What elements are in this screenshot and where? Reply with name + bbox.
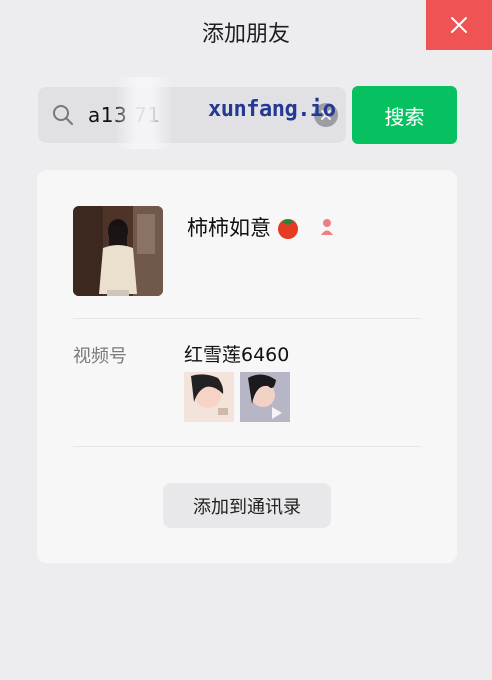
close-icon: [451, 17, 467, 33]
video-thumbnail-2[interactable]: [240, 372, 290, 422]
channels-name[interactable]: 红雪莲6460: [184, 340, 289, 367]
female-icon: [321, 219, 333, 235]
watermark-text: xunfang.io: [208, 97, 336, 122]
section-divider: [73, 446, 421, 447]
search-field[interactable]: a13 71 xunfang.io: [38, 77, 346, 149]
privacy-blur: [116, 77, 172, 149]
close-button[interactable]: [426, 0, 492, 50]
profile-name: 柿柿如意: [187, 216, 271, 240]
search-result-card: 柿柿如意 视频号 红雪莲6460 添加到通讯录: [37, 170, 457, 563]
channels-label: 视频号: [73, 346, 127, 367]
add-friend-window: 添加朋友 a13 71 xunfang.io 搜索: [0, 0, 492, 680]
avatar[interactable]: [73, 206, 163, 296]
tomato-icon: [278, 219, 298, 239]
video-thumbnail-1[interactable]: [184, 372, 234, 422]
search-button[interactable]: 搜索: [352, 86, 457, 144]
profile-name-row: 柿柿如意: [187, 212, 337, 242]
section-divider: [73, 318, 421, 319]
window-title: 添加朋友: [201, 22, 290, 47]
add-to-contacts-button[interactable]: 添加到通讯录: [163, 483, 331, 528]
search-icon: [53, 105, 73, 125]
